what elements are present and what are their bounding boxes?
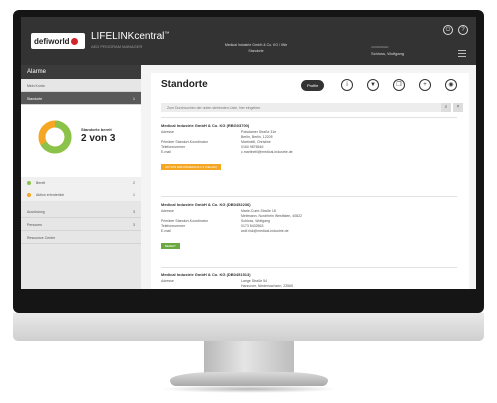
- divider: [161, 117, 457, 118]
- help-icon[interactable]: ?: [458, 25, 468, 35]
- user-role: ANWENDER: [371, 45, 389, 49]
- legend-count: 1: [133, 193, 135, 197]
- copy-icon[interactable]: ❐: [393, 79, 405, 91]
- product-name: LIFELINKcentral™: [91, 31, 169, 42]
- user-name[interactable]: Schloss, Wolfgang: [371, 51, 404, 56]
- row-value[interactable]: wolf.risk@medical-industrie.de: [241, 229, 289, 234]
- product-title: LIFELINKcentral: [91, 31, 165, 42]
- legend-action-required[interactable]: Aktion erforderlich 1: [21, 189, 141, 201]
- sidebar-item-people[interactable]: Personen 3: [21, 218, 141, 231]
- sidebar-item-count: 3: [133, 210, 135, 214]
- location-row: E-mail wolf.risk@medical-industrie.de: [161, 229, 457, 234]
- sidebar-item-resource-center[interactable]: Ressource Center: [21, 231, 141, 244]
- divider: [161, 196, 457, 197]
- current-section: Standorte: [248, 49, 264, 53]
- row-value: Hannover, Niedersachsen, 23565: [241, 284, 293, 288]
- row-key: [161, 284, 241, 289]
- legend-label: Bereit: [36, 181, 46, 185]
- sidebar-item-locations[interactable]: Standorte 1: [21, 92, 141, 105]
- filter-icon[interactable]: ▼: [367, 79, 379, 91]
- page-title: Standorte: [161, 79, 208, 90]
- sidebar-item-count: 1: [133, 97, 135, 101]
- product-suffix: ™: [164, 31, 170, 37]
- monitor-chin: [13, 313, 484, 341]
- power-icon[interactable]: ⏻: [443, 25, 453, 35]
- heart-icon: [70, 37, 78, 45]
- main-panel: Standorte Profile i ▼ ❐ + ◉ ⌕ × Medical …: [151, 73, 469, 289]
- sidebar-item-count: 3: [133, 223, 135, 227]
- clear-icon[interactable]: ×: [453, 103, 463, 112]
- info-icon[interactable]: i: [341, 79, 353, 91]
- location-row: E-mail c.martinelli@medical-industrie.de: [161, 150, 457, 155]
- ready-dot-icon: [27, 181, 31, 185]
- sidebar-item-label: Mein Konto: [27, 84, 45, 88]
- product-subtitle: AED PROGRAM MANAGER: [91, 44, 143, 49]
- legend-count: 2: [133, 181, 135, 185]
- action-dot-icon: [27, 193, 31, 197]
- readiness-label: Standorte bereit: [81, 127, 112, 132]
- status-badge: BEREIT: [161, 243, 180, 249]
- legend-label: Aktion erforderlich: [36, 193, 65, 197]
- target-icon[interactable]: ◉: [445, 79, 457, 91]
- row-key: E-mail: [161, 229, 171, 233]
- sidebar-item-label: Ressource Center: [27, 236, 56, 240]
- add-icon[interactable]: +: [419, 79, 431, 91]
- sidebar: Alarme Mein Konto Standorte 1 Standorte …: [21, 65, 141, 289]
- sidebar-title[interactable]: Alarme: [21, 65, 141, 79]
- monitor-stand-neck: [204, 341, 294, 375]
- location-title[interactable]: Medical Industrie GmbH & Co. KG (RBG0370…: [161, 123, 457, 128]
- sidebar-item-label: Standorte: [27, 97, 43, 101]
- location-title[interactable]: Medical Industrie GmbH & Co. KG (DB04515…: [161, 272, 457, 277]
- location-entry[interactable]: Medical Industrie GmbH & Co. KG (DB04522…: [161, 202, 457, 252]
- status-badge: AKTION ERFORDERLICH (1 Zubehör): [161, 164, 222, 170]
- sidebar-item-equipment[interactable]: Ausrüstung 3: [21, 205, 141, 218]
- readiness-donut-chart: [38, 120, 72, 154]
- divider: [161, 267, 457, 268]
- company-context: Medical Industrie GmbH & Co. KG / IWe St…: [196, 42, 316, 54]
- sidebar-item-label: Personen: [27, 223, 42, 227]
- monitor-mockup: defiworld LIFELINKcentral™ AED PROGRAM M…: [0, 0, 497, 403]
- profile-button[interactable]: Profile: [301, 80, 325, 91]
- app-screen: defiworld LIFELINKcentral™ AED PROGRAM M…: [21, 17, 476, 289]
- sidebar-item-label: Ausrüstung: [27, 210, 45, 214]
- location-row: Hannover, Niedersachsen, 23565: [161, 284, 457, 289]
- row-key: E-mail: [161, 150, 171, 154]
- readiness-value: 2 von 3: [81, 133, 116, 144]
- brand-logo[interactable]: defiworld: [31, 33, 85, 49]
- stand-shadow: [160, 385, 338, 393]
- sidebar-item-my-account[interactable]: Mein Konto: [21, 79, 141, 92]
- app-header: defiworld LIFELINKcentral™ AED PROGRAM M…: [21, 17, 476, 65]
- menu-icon[interactable]: [458, 50, 466, 59]
- location-entry[interactable]: Medical Industrie GmbH & Co. KG (RBG0370…: [161, 123, 457, 173]
- legend-ready[interactable]: Bereit 2: [21, 177, 141, 189]
- monitor-stand-base: [170, 372, 328, 386]
- location-entry[interactable]: Medical Industrie GmbH & Co. KG (DB04515…: [161, 272, 457, 289]
- search-input[interactable]: [161, 103, 441, 112]
- search-icon[interactable]: ⌕: [441, 103, 451, 112]
- row-value[interactable]: c.martinelli@medical-industrie.de: [241, 150, 293, 155]
- brand-name: defiworld: [34, 36, 70, 46]
- location-title[interactable]: Medical Industrie GmbH & Co. KG (DB04522…: [161, 202, 457, 207]
- readiness-summary: Standorte bereit 2 von 3: [21, 105, 141, 177]
